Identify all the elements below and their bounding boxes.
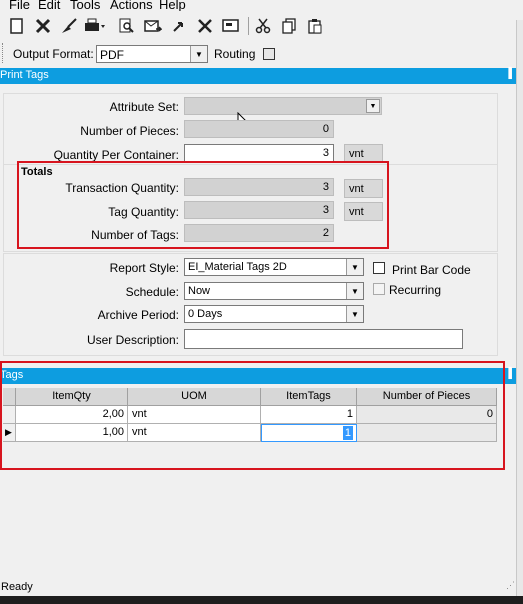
delete-icon[interactable] xyxy=(32,15,54,37)
menu-help[interactable]: Help xyxy=(159,0,186,11)
send-icon[interactable] xyxy=(142,15,164,37)
totals-highlight-box xyxy=(17,161,389,249)
routing-checkbox[interactable] xyxy=(263,48,275,60)
archive-period-select[interactable]: 0 Days ▼ xyxy=(184,305,364,323)
output-format-row: Output Format: PDF ▼ Routing xyxy=(0,41,523,67)
chevron-down-icon[interactable]: ▼ xyxy=(346,283,363,299)
print-preview-icon[interactable] xyxy=(116,15,138,37)
schedule-label: Schedule: xyxy=(125,285,179,299)
menu-edit[interactable]: Edit xyxy=(38,0,60,11)
print-tags-header: Print Tags ▐ xyxy=(0,68,516,84)
number-of-pieces-field: 0 xyxy=(184,120,334,138)
clear-icon[interactable] xyxy=(58,15,80,37)
print-bar-code-label: Print Bar Code xyxy=(392,263,471,277)
pin-icon[interactable]: ▐ xyxy=(505,68,512,79)
recurring-checkbox[interactable] xyxy=(373,283,385,295)
paste-icon[interactable] xyxy=(304,15,326,37)
menu-bar: File Edit Tools Actions Help xyxy=(0,0,523,11)
archive-period-label: Archive Period: xyxy=(97,308,179,322)
print-icon[interactable] xyxy=(84,15,106,37)
new-icon[interactable] xyxy=(6,15,28,37)
print-tags-title: Print Tags xyxy=(0,69,49,81)
attribute-set-label: Attribute Set: xyxy=(109,100,179,114)
attribute-set-select[interactable]: ▼ xyxy=(184,97,382,115)
qty-per-container-label: Quantity Per Container: xyxy=(53,148,179,162)
number-of-pieces-value: 0 xyxy=(322,123,329,135)
tags-highlight-box xyxy=(0,361,505,470)
archive-period-value: 0 Days xyxy=(188,308,223,320)
chevron-down-icon[interactable]: ▼ xyxy=(190,46,207,62)
qty-per-container-value: 3 xyxy=(322,147,329,159)
qty-per-container-unit-text: vnt xyxy=(349,148,364,160)
status-bar: Ready ⋰ xyxy=(0,578,523,596)
status-text: Ready xyxy=(1,581,33,593)
schedule-value: Now xyxy=(188,285,211,297)
routing-label: Routing xyxy=(214,47,256,61)
resize-grip-icon[interactable]: ⋰ xyxy=(506,580,515,591)
copy-icon[interactable] xyxy=(278,15,300,37)
taskbar-strip xyxy=(0,596,523,604)
attachment-icon[interactable] xyxy=(168,15,190,37)
user-description-input[interactable] xyxy=(184,329,463,349)
menu-file[interactable]: File xyxy=(9,0,30,11)
toolbar xyxy=(0,11,523,42)
number-of-pieces-label: Number of Pieces: xyxy=(80,124,179,138)
recurring-label: Recurring xyxy=(389,283,442,297)
toolbar-separator xyxy=(248,17,249,35)
grip-icon xyxy=(2,43,5,63)
report-style-value: EI_Material Tags 2D xyxy=(188,261,287,273)
tools-icon[interactable] xyxy=(194,15,216,37)
chevron-down-icon[interactable]: ▼ xyxy=(346,306,363,322)
user-description-label: User Description: xyxy=(86,333,179,347)
report-style-select[interactable]: EI_Material Tags 2D ▼ xyxy=(184,258,364,276)
window-scroll-edge xyxy=(516,20,523,596)
menu-actions[interactable]: Actions xyxy=(110,0,153,11)
schedule-select[interactable]: Now ▼ xyxy=(184,282,364,300)
menu-tools[interactable]: Tools xyxy=(70,0,100,11)
output-format-value: PDF xyxy=(100,48,124,62)
screen-icon[interactable] xyxy=(220,15,242,37)
output-format-label: Output Format: xyxy=(13,47,94,61)
cut-icon[interactable] xyxy=(252,15,274,37)
chevron-down-icon[interactable]: ▼ xyxy=(346,259,363,275)
report-style-label: Report Style: xyxy=(109,261,179,275)
print-bar-code-checkbox[interactable] xyxy=(373,262,385,274)
output-format-select[interactable]: PDF ▼ xyxy=(96,45,208,63)
chevron-down-icon[interactable]: ▼ xyxy=(366,99,380,113)
pin-icon[interactable]: ▐ xyxy=(505,368,512,379)
